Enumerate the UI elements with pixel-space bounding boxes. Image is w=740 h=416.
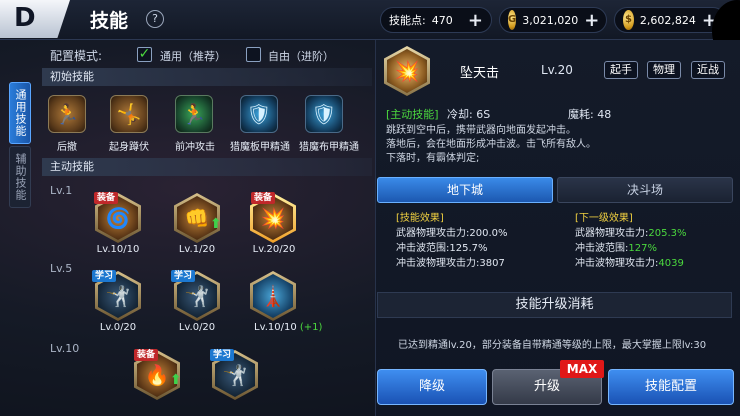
detail-skill-name: 坠天击 [460, 66, 500, 81]
next-effect-line: 冲击波物理攻击力:4039 [575, 258, 684, 269]
dash-attack-icon[interactable]: 🏃 [175, 95, 213, 133]
skill-points-value: 470 [431, 13, 453, 27]
next-effect-line: 冲击波范围:127% [575, 243, 657, 254]
skill-level: Lv.10/10 [254, 322, 297, 333]
add-skill-points-button[interactable]: + [468, 10, 483, 31]
currency2-value: 2,602,824 [639, 13, 696, 27]
back-icon: D [14, 3, 36, 33]
skill-name-plate-armor: 猎魔板甲精通 [230, 142, 290, 153]
max-badge: MAX [560, 360, 604, 378]
skill-level: Lv.1/20 [178, 244, 216, 255]
general-mode-checkbox[interactable]: ✓ [137, 47, 152, 62]
detail-skill-level: Lv.20 [541, 63, 573, 77]
tab-support-skills[interactable]: 辅助技能 [9, 146, 31, 208]
gold-display: G 3,021,020 + [499, 7, 607, 33]
downgrade-button[interactable]: 降级 [377, 369, 487, 405]
upgrade-note: 已达到精通lv.20，部分装备自带精通等级的上限，最大掌握上限lv:30 [398, 340, 707, 351]
skill-level: Lv.10/10 [96, 244, 140, 255]
checkmark-icon: ✓ [138, 46, 151, 62]
skill-name-dash-attack: 前冲攻击 [175, 142, 215, 153]
current-effect-line: 冲击波物理攻击力:3807 [396, 258, 505, 269]
cooldown-text: 冷却: 6S [447, 108, 491, 121]
skill-level: Lv.0/20 [178, 322, 216, 333]
tag-melee: 近战 [691, 61, 725, 79]
level-5-label: Lv.5 [50, 262, 73, 275]
current-effect-line: 武器物理攻击力:200.0% [396, 228, 508, 239]
gold-coin-icon: G [508, 10, 517, 30]
next-effect-line: 武器物理攻击力:205.3% [575, 228, 687, 239]
skill-level-with-bonus: Lv.10/10 (+1) [254, 322, 336, 333]
skill-level: Lv.20/20 [252, 244, 296, 255]
skill-type-label: [主动技能] [386, 108, 439, 121]
skill-points-display: 技能点: 470 + [380, 7, 492, 33]
skill-points-label: 技能点: [389, 14, 426, 27]
initial-skills-header: 初始技能 [42, 68, 372, 86]
free-mode-label: 自由（进阶） [268, 50, 334, 63]
tab-dungeon[interactable]: 地下城 [377, 177, 553, 203]
upgrade-arrow-icon: ⬆ [170, 372, 182, 388]
next-effect-header: [下一级效果] [575, 213, 633, 224]
current-effect-header: [技能效果] [396, 213, 444, 224]
description-line: 落地后，会在地面形成冲击波。击飞所有敌人。 [386, 139, 596, 150]
coin-bag-icon: $ [623, 10, 634, 30]
upgrade-cost-header: 技能升级消耗 [377, 292, 732, 318]
equip-badge: 装备 [134, 349, 159, 361]
skill-name-cloth-armor: 猎魔布甲精通 [299, 142, 359, 153]
skill-name-retreat: 后撤 [57, 142, 77, 153]
learn-badge: 学习 [210, 349, 235, 361]
tag-physical: 物理 [647, 61, 681, 79]
skill-slot-mastery[interactable]: 🗼 [250, 271, 296, 321]
mana-cost-text: 魔耗: 48 [568, 108, 612, 121]
active-skills-header: 主动技能 [42, 158, 372, 176]
tab-general-skills[interactable]: 通用技能 [9, 82, 31, 144]
add-gold-button[interactable]: + [584, 10, 599, 31]
currency2-display: $ 2,602,824 + [614, 7, 726, 33]
crouch-icon[interactable]: 🤸 [110, 95, 148, 133]
upgrade-arrow-icon: ⬆ [210, 216, 222, 232]
level-10-label: Lv.10 [50, 342, 80, 355]
mastery-icon: 🗼 [253, 274, 293, 318]
tab-arena[interactable]: 决斗场 [557, 177, 733, 203]
page-title: 技能 [90, 10, 129, 32]
skill-config-button[interactable]: 技能配置 [608, 369, 734, 405]
general-mode-label: 通用（推荐） [160, 50, 226, 63]
current-effect-line: 冲击波范围:125.7% [396, 243, 488, 254]
description-line: 下落时，有霸体判定; [386, 153, 480, 164]
level-1-label: Lv.1 [50, 184, 73, 197]
equip-badge: 装备 [251, 192, 276, 204]
config-mode-label: 配置模式: [50, 49, 103, 63]
help-icon[interactable]: ? [146, 10, 164, 28]
learn-badge: 学习 [171, 270, 196, 282]
tag-starter: 起手 [604, 61, 638, 79]
description-line: 跳跃到空中后，携带武器向地面发起冲击。 [386, 125, 576, 136]
gold-value: 3,021,020 [522, 13, 579, 27]
plate-armor-icon[interactable]: 🛡 [240, 95, 278, 133]
learn-badge: 学习 [92, 270, 117, 282]
sky-fall-icon: 💥 [387, 49, 427, 93]
skill-level: Lv.0/20 [99, 322, 137, 333]
skill-name-crouch: 起身蹲伏 [109, 142, 149, 153]
cloth-armor-icon[interactable]: 🛡 [305, 95, 343, 133]
equip-badge: 装备 [94, 192, 119, 204]
free-mode-checkbox[interactable] [246, 47, 261, 62]
skill-bonus: (+1) [299, 322, 323, 333]
retreat-icon[interactable]: 🏃 [48, 95, 86, 133]
